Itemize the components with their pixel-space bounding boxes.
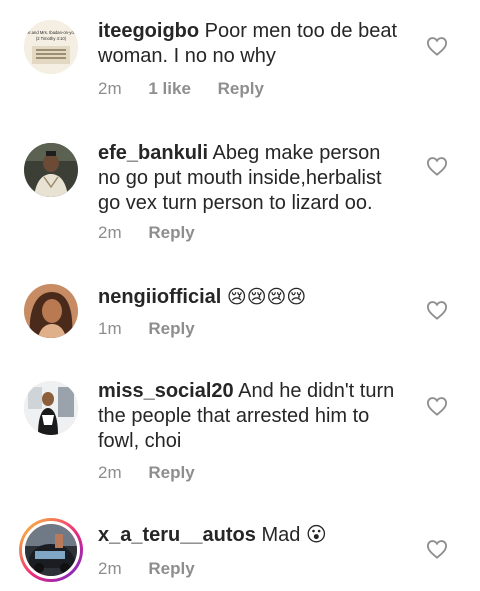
- comment-username[interactable]: efe_bankuli: [98, 142, 208, 164]
- comment-meta: 1m Reply: [98, 319, 217, 339]
- comment-time: 2m: [98, 79, 122, 98]
- comment-text: miss_social20 And he didn't turn the peo…: [98, 379, 408, 454]
- heart-icon[interactable]: [426, 156, 448, 176]
- avatar[interactable]: Mr.and Mrs. Ibadan-on-you (2 Timothy 4:1…: [24, 20, 78, 74]
- comment-username[interactable]: miss_social20: [98, 380, 234, 402]
- comment-text: nengiiofficial 😢😢😢😢: [98, 285, 408, 310]
- avatar-image: [24, 381, 78, 435]
- comment-meta: 2m Reply: [98, 463, 217, 483]
- comment-text: x_a_teru__autos Mad 😮: [98, 523, 408, 548]
- comment-meta: 2m Reply: [98, 559, 217, 579]
- avatar-image: [24, 143, 78, 197]
- avatar-caption: (2 Timothy 4:10): [36, 36, 67, 41]
- comment-username[interactable]: iteegoigbo: [98, 20, 199, 42]
- comment-time: 2m: [98, 559, 122, 578]
- likes-count[interactable]: 1 like: [148, 79, 191, 98]
- comment-time: 1m: [98, 319, 122, 338]
- comment-username[interactable]: x_a_teru__autos: [98, 524, 256, 546]
- heart-icon[interactable]: [426, 36, 448, 56]
- comment-text: efe_bankuli Abeg make person no go put m…: [98, 141, 408, 216]
- avatar: [22, 521, 80, 579]
- avatar[interactable]: [24, 381, 78, 435]
- comment-body: Mad 😮: [261, 524, 327, 546]
- comment-text: iteegoigbo Poor men too de beat woman. I…: [98, 19, 408, 69]
- heart-icon[interactable]: [426, 396, 448, 416]
- comment-time: 2m: [98, 223, 122, 242]
- comment-meta: 2m Reply: [98, 223, 217, 243]
- avatar-story-ring[interactable]: [19, 518, 83, 582]
- comment-meta: 2m 1 like Reply: [98, 79, 286, 99]
- avatar[interactable]: [24, 143, 78, 197]
- avatar-caption: Mr.and Mrs. Ibadan-on-you: [26, 30, 77, 35]
- reply-button[interactable]: Reply: [218, 79, 264, 98]
- reply-button[interactable]: Reply: [148, 319, 194, 338]
- reply-button[interactable]: Reply: [148, 223, 194, 242]
- avatar-image: [24, 284, 78, 338]
- reply-button[interactable]: Reply: [148, 559, 194, 578]
- comment-time: 2m: [98, 463, 122, 482]
- avatar-image: [25, 524, 77, 576]
- comment-body: 😢😢😢😢: [226, 287, 307, 308]
- comment-username[interactable]: nengiiofficial: [98, 286, 221, 308]
- avatar[interactable]: [24, 284, 78, 338]
- reply-button[interactable]: Reply: [148, 463, 194, 482]
- avatar-image: Mr.and Mrs. Ibadan-on-you (2 Timothy 4:1…: [24, 20, 78, 74]
- heart-icon[interactable]: [426, 300, 448, 320]
- heart-icon[interactable]: [426, 539, 448, 559]
